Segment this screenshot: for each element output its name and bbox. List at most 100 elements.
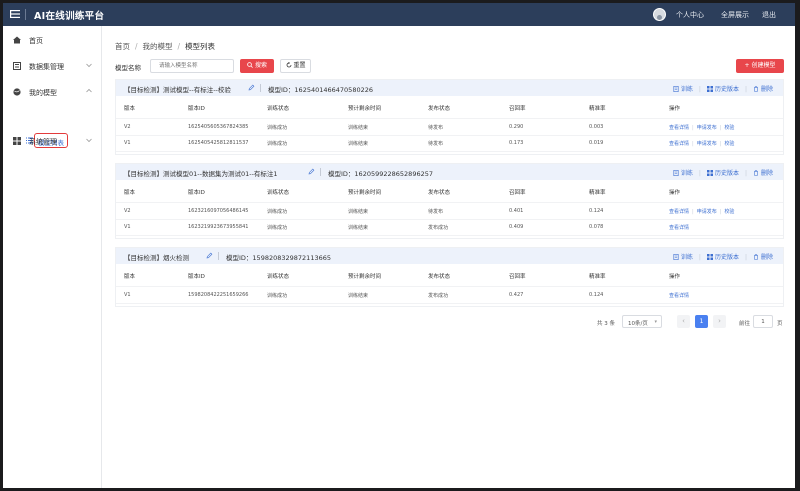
column-header: 发布状态	[428, 106, 451, 112]
user-avatar[interactable]	[653, 8, 666, 21]
user-center-link[interactable]: 个人中心	[676, 10, 704, 20]
history-button[interactable]: 历史版本	[706, 168, 739, 177]
header-divider	[218, 252, 219, 260]
action-separator: |	[698, 254, 701, 261]
delete-button[interactable]: 删除	[753, 252, 773, 261]
history-label: 历史版本	[714, 170, 739, 177]
delete-label: 删除	[760, 254, 773, 261]
cell-version: V1	[124, 292, 131, 298]
page-1-button[interactable]: 1	[695, 315, 708, 328]
sidebar-item-label: 数据集管理	[29, 63, 64, 71]
cell-publish-status: 发布成功	[428, 293, 449, 299]
model-card: 【目标检测】测试模型--有标注--校验 模型ID：1625401466470580…	[115, 79, 784, 155]
history-label: 历史版本	[714, 254, 739, 261]
column-header: 版本ID	[188, 274, 205, 280]
reset-button[interactable]: 重置	[280, 59, 311, 73]
edit-icon[interactable]	[206, 252, 213, 259]
op-link[interactable]: 查看详情	[669, 209, 689, 215]
table-row: V1 1598208422251659266 训练成功 训练结束 发布成功 0.427 0.…	[116, 288, 783, 304]
home-icon	[13, 36, 21, 44]
row-operations: 查看详情	[669, 292, 689, 299]
train-button[interactable]: 训练	[673, 168, 693, 177]
model-card: 【目标检测】测试模型01--数据集为测试01--有标注1 模型ID：1620599…	[115, 163, 784, 239]
page-size-select[interactable]: 10条/页 ▾	[622, 315, 662, 328]
breadcrumb-home[interactable]: 首页	[115, 42, 130, 51]
cell-train-status: 训练成功	[267, 141, 288, 147]
cell-recall: 0.173	[509, 140, 524, 146]
cell-publish-status: 待发布	[428, 209, 444, 215]
model-card-actions: 训练 | 历史版本 | 删除	[667, 84, 773, 93]
column-header: 操作	[669, 190, 681, 196]
breadcrumb-my-models[interactable]: 我的模型	[143, 42, 173, 51]
model-name-input[interactable]	[150, 59, 234, 73]
prev-page-button[interactable]: ‹	[677, 315, 690, 328]
op-link[interactable]: 申请发布	[697, 209, 717, 215]
refresh-icon	[286, 61, 291, 68]
column-header: 操作	[669, 274, 681, 280]
sidebar-item-system[interactable]: 系统管理	[3, 130, 102, 152]
model-card-header: 【目标检测】测试模型01--数据集为测试01--有标注1 模型ID：1620599…	[116, 164, 783, 180]
cell-version: V1	[124, 224, 131, 230]
delete-button[interactable]: 删除	[753, 84, 773, 93]
breadcrumb-current: 模型列表	[185, 42, 216, 51]
grid-icon	[13, 137, 21, 145]
goto-label: 前往	[739, 321, 751, 327]
op-link[interactable]: 申请发布	[697, 125, 717, 131]
cell-recall: 0.401	[509, 208, 524, 214]
model-name-label: 模型名称	[115, 64, 141, 72]
cell-version: V2	[124, 124, 131, 130]
cell-remaining: 训练结束	[348, 209, 369, 215]
column-header: 操作	[669, 106, 681, 112]
goto-page-input[interactable]: 1	[753, 315, 773, 328]
train-label: 训练	[680, 170, 693, 177]
train-button[interactable]: 训练	[673, 252, 693, 261]
top-navbar: AI在线训练平台 个人中心 全屏展示 退出	[3, 3, 795, 26]
column-header: 召回率	[509, 274, 526, 280]
column-header: 训练状态	[267, 274, 290, 280]
fullscreen-link[interactable]: 全屏展示	[721, 10, 749, 20]
op-link[interactable]: 申请发布	[697, 141, 717, 147]
create-model-button[interactable]: + 创建模型	[736, 59, 784, 73]
cell-remaining: 训练结束	[348, 125, 369, 131]
history-button[interactable]: 历史版本	[706, 84, 739, 93]
table-row: V1 1623219923673955841 训练成功 训练结束 发布成功 0.409 0.…	[116, 220, 783, 236]
model-card-actions: 训练 | 历史版本 | 删除	[667, 168, 773, 177]
model-card-actions: 训练 | 历史版本 | 删除	[667, 252, 773, 261]
next-page-button[interactable]: ›	[713, 315, 726, 328]
main-content: 首页/我的模型/模型列表 模型名称 搜索 重置 + 创建模型 【目标检测】测试模…	[102, 26, 795, 488]
logout-link[interactable]: 退出	[762, 10, 776, 20]
sidebar-item-home[interactable]: 首页	[3, 29, 102, 51]
column-header: 版本ID	[188, 106, 205, 112]
sidebar-item-label: 首页	[29, 37, 43, 45]
sidebar-item-dataset[interactable]: 数据集管理	[3, 55, 102, 77]
page-size-value: 10条/页	[628, 321, 648, 327]
op-link[interactable]: 校验	[724, 125, 734, 131]
op-link[interactable]: 查看详情	[669, 125, 689, 131]
op-link[interactable]: 查看详情	[669, 141, 689, 147]
model-id: 模型ID：1625401466470580226	[268, 86, 373, 94]
cell-version: V2	[124, 208, 131, 214]
menu-toggle-icon[interactable]	[10, 9, 20, 19]
search-button[interactable]: 搜索	[240, 59, 274, 73]
edit-icon[interactable]	[248, 84, 255, 91]
grid-icon	[706, 254, 713, 260]
trash-icon	[753, 86, 758, 92]
cell-precision: 0.003	[589, 124, 604, 130]
op-link[interactable]: 查看详情	[669, 225, 689, 231]
op-link[interactable]: 查看详情	[669, 293, 689, 299]
train-button[interactable]: 训练	[673, 84, 693, 93]
sidebar-item-my-models[interactable]: 我的模型	[3, 81, 102, 103]
edit-icon[interactable]	[308, 168, 315, 175]
cell-recall: 0.290	[509, 124, 524, 130]
cell-recall: 0.427	[509, 292, 524, 298]
cell-publish-status: 待发布	[428, 125, 444, 131]
grid-icon	[706, 86, 713, 92]
op-link[interactable]: 校验	[724, 209, 734, 215]
delete-button[interactable]: 删除	[753, 168, 773, 177]
grid-icon	[706, 170, 713, 176]
column-header: 版本	[124, 106, 136, 112]
op-link[interactable]: 校验	[724, 141, 734, 147]
column-header: 版本ID	[188, 190, 205, 196]
history-button[interactable]: 历史版本	[706, 252, 739, 261]
pagination: 共 3 条 10条/页 ▾ ‹ 1 › 前往 1 页	[102, 315, 795, 329]
